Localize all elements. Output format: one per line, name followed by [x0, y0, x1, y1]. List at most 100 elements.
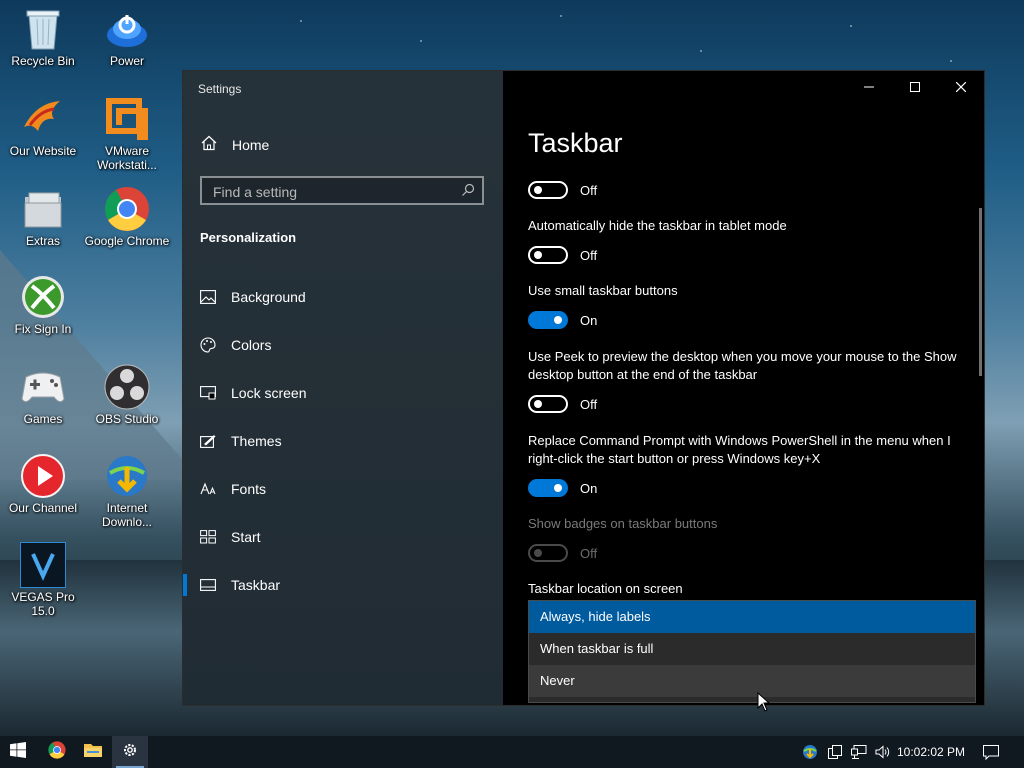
folder-icon [84, 742, 102, 763]
xbox-icon [20, 274, 66, 320]
tray-tablet-mode-icon[interactable] [825, 736, 845, 768]
star [850, 25, 852, 27]
combine-buttons-dropdown[interactable]: Always, hide labels When taskbar is full… [528, 600, 976, 703]
desktop-icon-our-website[interactable]: Our Website [0, 96, 86, 158]
search-icon[interactable] [461, 183, 475, 202]
toggle-state: On [580, 480, 598, 496]
sidebar-item-colors[interactable]: Colors [183, 321, 503, 369]
toggle-state: Off [580, 545, 598, 561]
dropdown-option[interactable]: Always, hide labels [529, 601, 975, 633]
toggle-switch [528, 544, 568, 562]
desktop-icon-google-chrome[interactable]: Google Chrome [84, 186, 170, 248]
sidebar-item-label: Colors [231, 337, 272, 353]
section-title: Personalization [200, 230, 297, 245]
setting-toggle-row: Off [528, 544, 597, 562]
star [300, 20, 302, 22]
chrome-icon [104, 186, 150, 232]
scrollbar[interactable] [979, 208, 982, 376]
desktop-icon-obs-studio[interactable]: OBS Studio [84, 364, 170, 426]
search-box[interactable] [200, 176, 484, 205]
toggle-state: On [580, 312, 598, 328]
sidebar-item-background[interactable]: Background [183, 273, 503, 321]
setting-label: Replace Command Prompt with Windows Powe… [528, 433, 951, 466]
home-icon [201, 135, 217, 154]
setting-toggle-row: Off [528, 395, 597, 413]
sidebar-home-label: Home [232, 136, 270, 153]
sidebar-item-lock-screen[interactable]: Lock screen [183, 369, 503, 417]
setting-label: Show badges on taskbar buttons [528, 516, 718, 531]
toggle-state: Off [580, 396, 598, 412]
dropdown-option[interactable]: Never [529, 665, 975, 697]
desktop-icon-fix-sign-in[interactable]: Fix Sign In [0, 274, 86, 336]
taskbar-chrome-button[interactable] [39, 736, 75, 768]
taskbar: 10:02:02 PM [0, 736, 1024, 768]
desktop-icon-label: Fix Sign In [14, 322, 72, 336]
page-title: Taskbar [528, 128, 623, 158]
tray-network-icon[interactable] [849, 736, 869, 768]
sidebar-item-label: Lock screen [231, 385, 307, 401]
toggle-switch[interactable] [528, 395, 568, 413]
minimize-button[interactable] [846, 71, 892, 105]
setting-toggle-row: On [528, 311, 597, 329]
setting-toggle-row: Off [528, 246, 597, 264]
gamepad-icon [20, 364, 66, 410]
toggle-state: Off [580, 247, 598, 263]
play-icon [20, 453, 66, 499]
desktop-icon-label: Google Chrome [84, 234, 170, 248]
sidebar-item-themes[interactable]: Themes [183, 417, 503, 465]
palette-icon [200, 337, 216, 353]
themes-icon [200, 433, 216, 449]
taskbar-settings-button[interactable] [112, 736, 148, 768]
download-manager-icon [104, 453, 150, 499]
lock-screen-icon [200, 385, 216, 401]
desktop-icon-label: Internet Downlo... [101, 501, 153, 529]
gear-icon [122, 742, 138, 763]
toggle-state: Off [580, 182, 598, 198]
chrome-icon [48, 740, 66, 764]
sidebar-item-label: Themes [231, 433, 282, 449]
desktop-icon-internet-download[interactable]: Internet Downlo... [84, 453, 170, 529]
desktop-icon-label: Our Channel [8, 501, 78, 515]
setting-toggle-row: Off [528, 181, 597, 199]
start-icon [200, 529, 216, 545]
toggle-switch[interactable] [528, 479, 568, 497]
desktop-icon-label: Our Website [9, 144, 77, 158]
close-button[interactable] [938, 71, 984, 105]
toggle-switch[interactable] [528, 181, 568, 199]
desktop-icon-label: OBS Studio [95, 412, 159, 426]
sidebar-item-label: Background [231, 289, 306, 305]
window-title: Settings [198, 82, 242, 96]
start-button[interactable] [0, 736, 36, 768]
desktop-icon-extras[interactable]: Extras [0, 186, 86, 248]
tray-download-icon[interactable] [800, 736, 820, 768]
sidebar-item-start[interactable]: Start [183, 513, 503, 561]
toggle-switch[interactable] [528, 246, 568, 264]
desktop-icon-power[interactable]: Power [84, 6, 170, 68]
sidebar-item-taskbar[interactable]: Taskbar [183, 561, 503, 609]
toggle-switch[interactable] [528, 311, 568, 329]
setting-toggle-row: On [528, 479, 597, 497]
desktop-icon-label: VEGAS Pro 15.0 [11, 590, 75, 618]
tray-volume-icon[interactable] [873, 736, 893, 768]
search-input[interactable] [211, 182, 455, 202]
sidebar-item-label: Fonts [231, 481, 267, 497]
close-icon [955, 79, 967, 97]
desktop-icon-vmware[interactable]: VMware Workstati... [84, 96, 170, 172]
sidebar-home[interactable]: Home [201, 135, 269, 154]
action-center-icon[interactable] [980, 736, 1002, 768]
desktop-icon-games[interactable]: Games [0, 364, 86, 426]
sidebar-item-label: Start [231, 529, 261, 545]
star [560, 15, 562, 17]
desktop-icon-our-channel[interactable]: Our Channel [0, 453, 86, 515]
phoenix-icon [20, 96, 66, 142]
taskbar-clock[interactable]: 10:02:02 PM [897, 736, 965, 768]
sidebar-item-fonts[interactable]: Fonts [183, 465, 503, 513]
maximize-button[interactable] [892, 71, 938, 105]
desktop-icon-recycle-bin[interactable]: Recycle Bin [0, 6, 86, 68]
desktop-icon-vegas-pro[interactable]: VEGAS Pro 15.0 [0, 542, 86, 618]
taskbar-icon [200, 577, 216, 593]
desktop-icon-label: Power [109, 54, 144, 68]
taskbar-file-explorer-button[interactable] [75, 736, 111, 768]
dropdown-option[interactable]: When taskbar is full [529, 633, 975, 665]
desktop-icon-label: Extras [25, 234, 60, 248]
